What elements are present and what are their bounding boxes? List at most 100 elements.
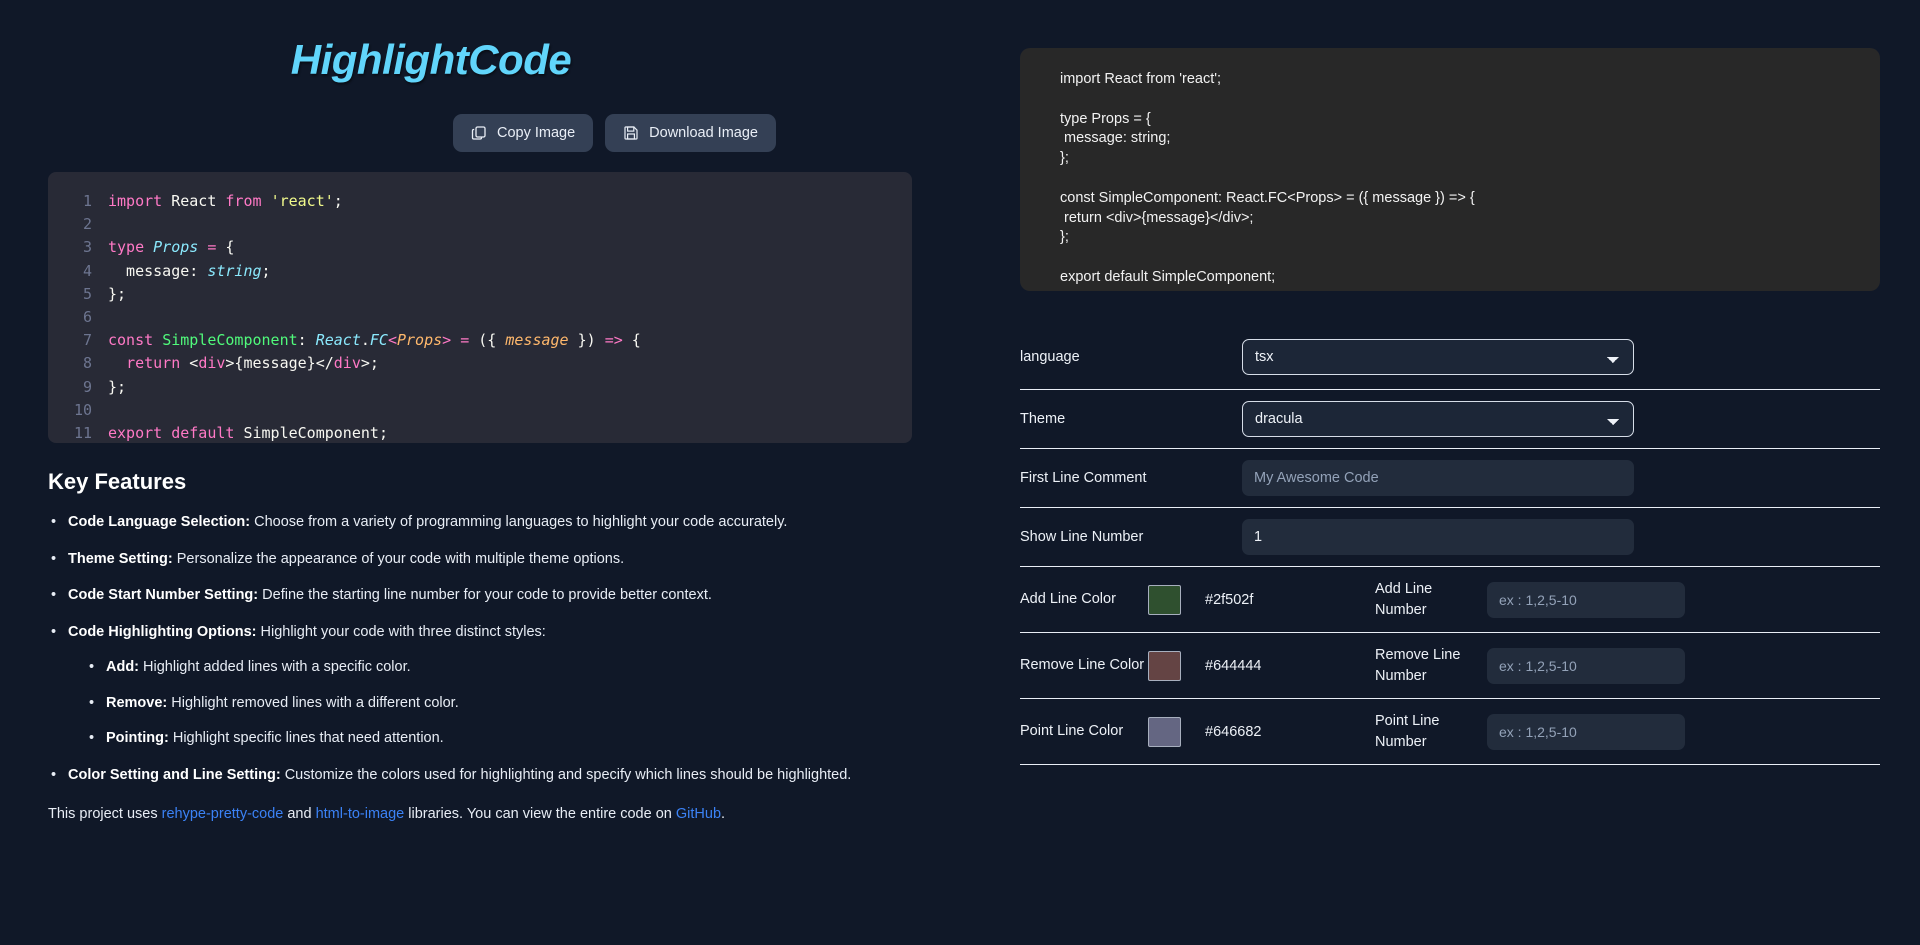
feature-title: Add:: [106, 659, 140, 676]
line-content: };: [108, 284, 127, 303]
code-line: 7 const SimpleComponent: React.FC<Props>…: [48, 329, 912, 352]
rehype-pretty-code-link[interactable]: rehype-pretty-code: [162, 806, 284, 822]
remove-line-color-label: Remove Line Color: [1020, 657, 1145, 674]
line-number: 2: [82, 215, 92, 234]
line-number: 9: [82, 377, 92, 396]
point-line-color-swatch[interactable]: [1148, 716, 1181, 747]
project-footer-note: This project uses rehype-pretty-code and…: [48, 806, 944, 822]
feature-desc: Choose from a variety of programming lan…: [250, 514, 788, 530]
color-row-remove-line: Remove Line Color #644444 Remove Line Nu…: [1020, 633, 1880, 699]
line-number: 7: [82, 331, 92, 350]
page-title: HighlightCode: [290, 36, 572, 83]
point-line-number-label: Point Line Number: [1375, 712, 1440, 750]
line-number: 3: [82, 238, 92, 257]
list-item: Code Highlighting Options: Highlight you…: [48, 623, 944, 749]
footer-text-1: This project uses: [48, 805, 162, 822]
list-item: Code Language Selection: Choose from a v…: [48, 513, 944, 533]
footer-text-2: and: [283, 805, 316, 822]
add-line-number-input[interactable]: [1487, 581, 1685, 618]
floppy-disk-save-icon: [623, 125, 639, 141]
feature-title: Pointing:: [106, 730, 169, 747]
code-line: 8 return <div>{message}</div>;: [48, 352, 912, 375]
setting-row-first-line-comment: First Line Comment: [1020, 449, 1880, 508]
code-line: 9 };: [48, 376, 912, 399]
action-bar: Copy Image Download Image: [48, 114, 944, 152]
line-number: 10: [73, 400, 92, 419]
remove-line-number-input[interactable]: [1487, 647, 1685, 684]
github-link[interactable]: GitHub: [676, 806, 721, 822]
right-panel: import React from 'react'; type Props = …: [1000, 0, 1920, 945]
line-content: return <div>{message}</div>;: [126, 354, 379, 373]
line-number: 6: [82, 308, 92, 327]
remove-line-color-hex: #644444: [1205, 657, 1262, 674]
line-number: 11: [73, 424, 92, 443]
first-line-comment-input[interactable]: [1242, 460, 1634, 496]
feature-title: Color Setting and Line Setting:: [68, 766, 281, 783]
code-line: 10: [48, 399, 912, 422]
line-number: 4: [82, 261, 92, 280]
color-row-point-line: Point Line Color #646682 Point Line Numb…: [1020, 699, 1880, 765]
list-item: Add: Highlight added lines with a specif…: [86, 658, 944, 678]
language-select[interactable]: tsx: [1242, 339, 1634, 375]
first-line-comment-label: First Line Comment: [1020, 470, 1147, 486]
features-list: Code Language Selection: Choose from a v…: [48, 513, 944, 786]
list-item: Theme Setting: Personalize the appearanc…: [48, 550, 944, 570]
feature-desc: Highlight specific lines that need atten…: [168, 730, 444, 747]
feature-title: Theme Setting:: [68, 550, 173, 567]
code-preview-block: 1 import React from 'react'; 2 3 type Pr…: [48, 172, 912, 443]
line-number: 5: [82, 284, 92, 303]
download-image-label: Download Image: [649, 125, 758, 141]
show-line-number-label: Show Line Number: [1020, 529, 1144, 545]
left-panel: HighlightCode Copy Image Download Image …: [0, 0, 1000, 945]
line-number: 1: [82, 192, 92, 210]
language-label: language: [1020, 349, 1080, 365]
download-image-button[interactable]: Download Image: [605, 114, 776, 152]
settings-form: language tsx Theme dracula First Line Co…: [1020, 331, 1880, 765]
point-line-color-hex: #646682: [1205, 723, 1262, 740]
code-line: 11 export default SimpleComponent;: [48, 422, 912, 443]
add-line-color-label: Add Line Color: [1020, 591, 1116, 608]
code-line: 1 import React from 'react';: [48, 190, 912, 213]
point-line-number-input[interactable]: [1487, 713, 1685, 750]
setting-row-show-line-number: Show Line Number: [1020, 508, 1880, 567]
setting-row-theme: Theme dracula: [1020, 390, 1880, 449]
feature-desc: Highlight your code with three distinct …: [256, 623, 546, 640]
copy-icon: [471, 125, 487, 141]
feature-title: Code Start Number Setting:: [68, 587, 259, 604]
copy-image-label: Copy Image: [496, 125, 576, 141]
remove-line-number-label: Remove Line Number: [1375, 646, 1461, 684]
features-sub-list: Add: Highlight added lines with a specif…: [86, 658, 944, 749]
feature-desc: Personalize the appearance of your code …: [172, 550, 625, 567]
list-item: Remove: Highlight removed lines with a d…: [86, 694, 944, 714]
remove-line-color-swatch[interactable]: [1148, 650, 1181, 681]
copy-image-button[interactable]: Copy Image: [452, 114, 594, 152]
code-line: 3 type Props = {: [48, 236, 912, 259]
color-row-add-line: Add Line Color #2f502f Add Line Number: [1020, 567, 1880, 633]
line-content: const SimpleComponent: React.FC<Props> =…: [108, 331, 641, 350]
footer-text-3: libraries. You can view the entire code …: [404, 805, 676, 822]
html-to-image-link[interactable]: html-to-image: [316, 806, 405, 822]
setting-row-language: language tsx: [1020, 331, 1880, 390]
line-content: export default SimpleComponent;: [108, 424, 388, 443]
feature-title: Code Highlighting Options:: [68, 623, 257, 640]
feature-title: Code Language Selection:: [68, 514, 251, 530]
key-features-section: Key Features Code Language Selection: Ch…: [48, 469, 944, 822]
feature-desc: Highlight added lines with a specific co…: [139, 659, 411, 676]
line-content: [108, 306, 117, 329]
line-number: 8: [82, 354, 92, 373]
code-line: 6: [48, 306, 912, 329]
list-item: Color Setting and Line Setting: Customiz…: [48, 766, 944, 786]
feature-desc: Customize the colors used for highlighti…: [280, 766, 852, 783]
add-line-color-swatch[interactable]: [1148, 584, 1181, 615]
point-line-color-label: Point Line Color: [1020, 723, 1124, 740]
code-input-textarea[interactable]: import React from 'react'; type Props = …: [1020, 48, 1880, 291]
feature-desc: Define the starting line number for your…: [258, 587, 712, 604]
show-line-number-input[interactable]: [1242, 519, 1634, 555]
code-line: 2: [48, 213, 912, 236]
theme-select[interactable]: dracula: [1242, 401, 1634, 437]
add-line-number-label: Add Line Number: [1375, 580, 1433, 618]
line-content: };: [108, 377, 127, 396]
line-content: [108, 399, 117, 422]
list-item: Code Start Number Setting: Define the st…: [48, 586, 944, 606]
theme-label: Theme: [1020, 411, 1066, 427]
